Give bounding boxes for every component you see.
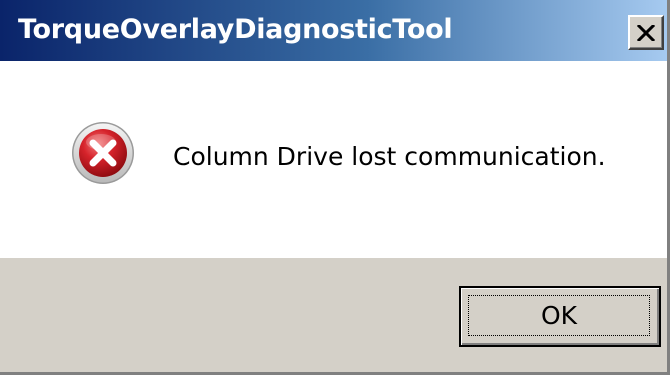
ok-button-focus-rect: OK bbox=[468, 295, 650, 336]
title-bar[interactable]: TorqueOverlayDiagnosticTool bbox=[0, 0, 667, 61]
close-button[interactable] bbox=[628, 15, 664, 50]
message-area: Column Drive lost communication. bbox=[0, 61, 667, 258]
window-title: TorqueOverlayDiagnosticTool bbox=[18, 14, 453, 45]
error-message: Column Drive lost communication. bbox=[173, 142, 606, 171]
close-icon bbox=[637, 24, 655, 41]
message-box-dialog: TorqueOverlayDiagnosticTool Column Drive… bbox=[0, 0, 670, 375]
ok-button-label: OK bbox=[540, 301, 578, 330]
error-icon bbox=[72, 122, 134, 184]
ok-button[interactable]: OK bbox=[459, 286, 661, 347]
button-bar: OK bbox=[0, 258, 667, 372]
